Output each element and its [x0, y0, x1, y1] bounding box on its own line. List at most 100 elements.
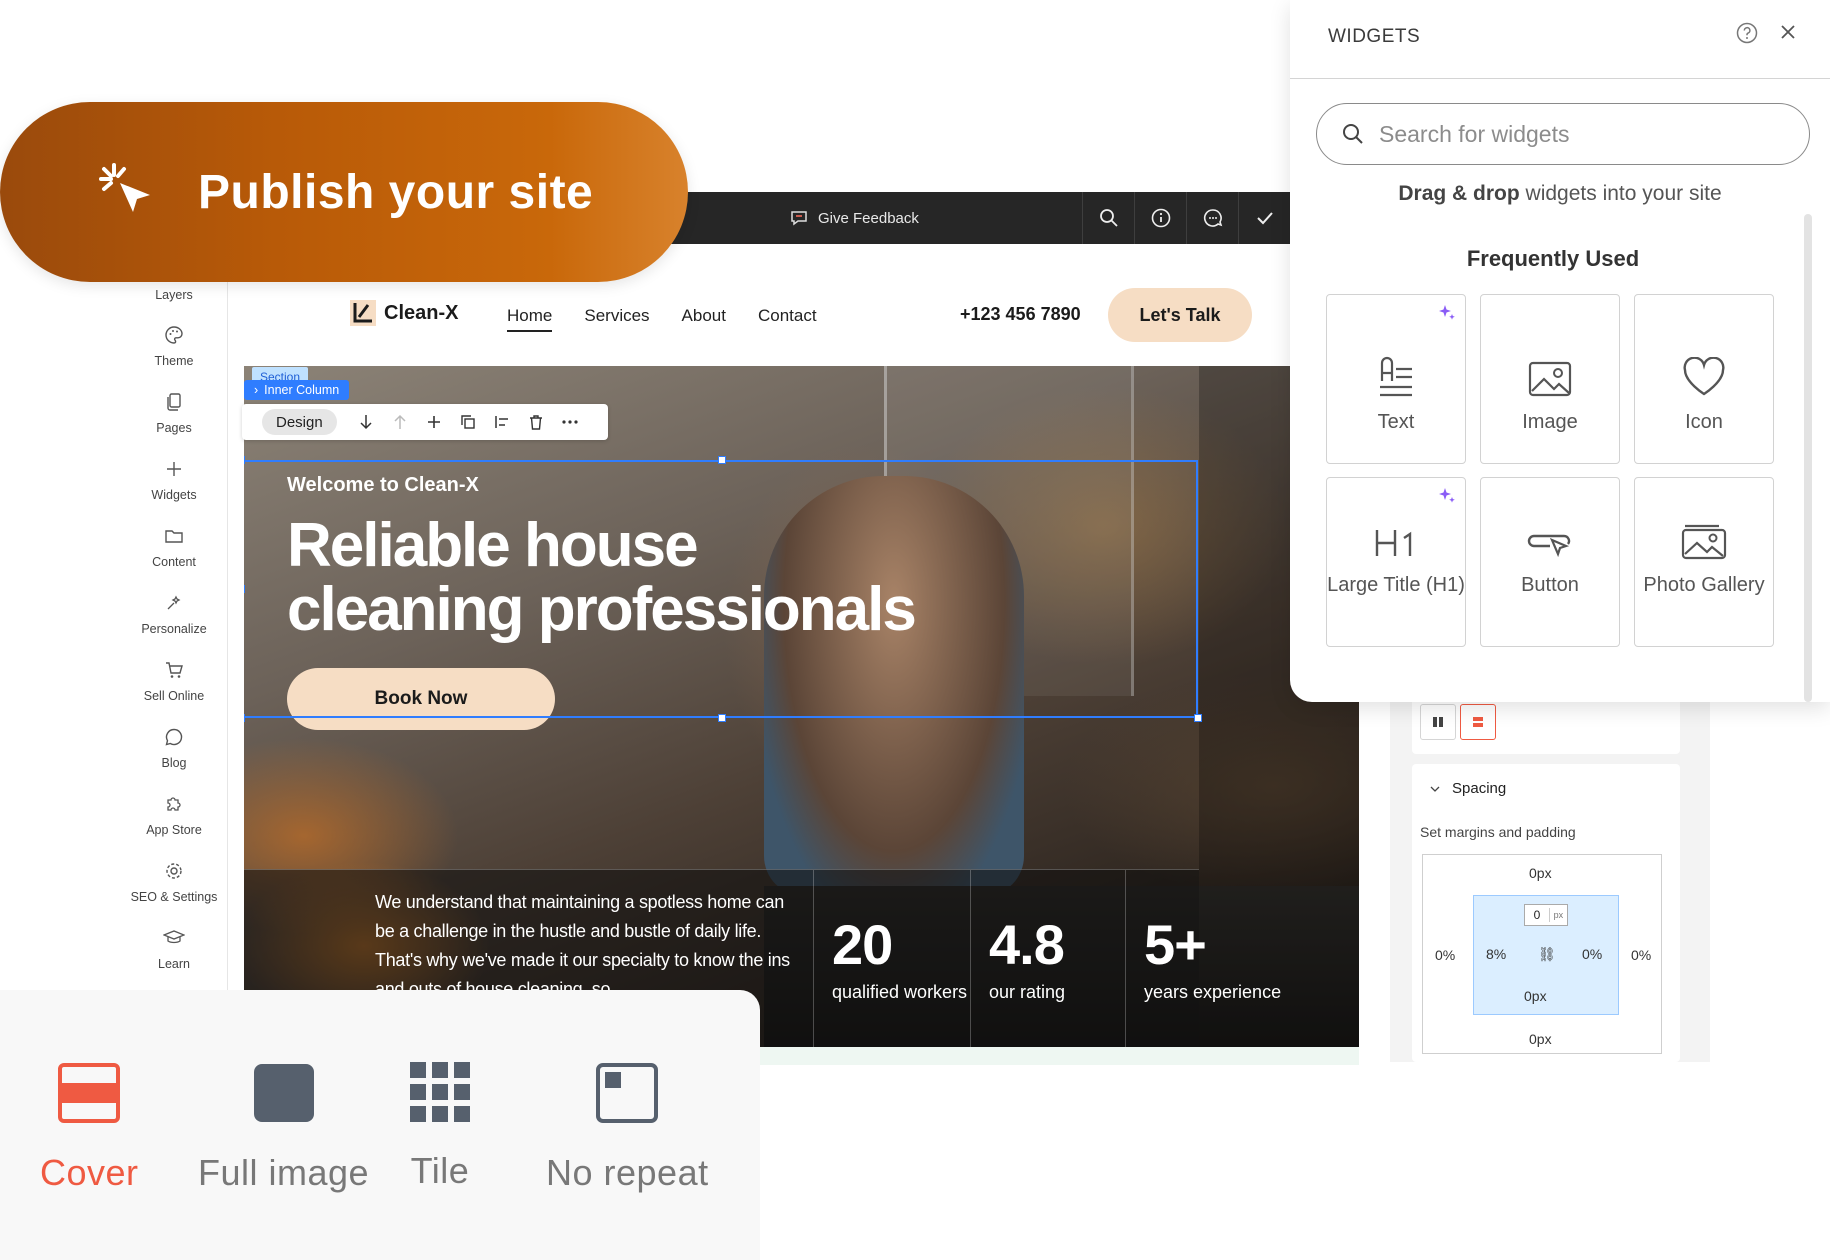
sidebar-item-label: Pages	[156, 421, 192, 435]
resize-handle[interactable]	[244, 714, 245, 722]
frequently-used-title: Frequently Used	[1466, 246, 1640, 271]
drag-hint: Drag & drop widgets into your site	[1290, 182, 1830, 206]
click-cursor-icon	[99, 163, 150, 212]
nav-link-about[interactable]: About	[682, 306, 726, 332]
stat-rating[interactable]: 4.8 our rating	[970, 870, 1125, 1048]
personalize-icon	[165, 592, 183, 614]
widget-large-title[interactable]: Large Title (H1)	[1326, 477, 1466, 647]
bg-option-cover[interactable]: Cover	[40, 1062, 139, 1194]
site-logo[interactable]: Clean-X	[350, 300, 458, 326]
sidebar-item-widgets[interactable]: Widgets	[120, 458, 228, 502]
sidebar-item-personalize[interactable]: Personalize	[120, 592, 228, 636]
search-icon	[1099, 209, 1118, 227]
align-button[interactable]	[485, 404, 519, 440]
sidebar-item-label: App Store	[146, 823, 202, 837]
sidebar-item-pages[interactable]: Pages	[120, 391, 228, 435]
lets-talk-button[interactable]: Let's Talk	[1108, 288, 1252, 342]
publish-title: Publish your site	[198, 165, 594, 219]
hero-section[interactable]: Welcome to Clean-X Reliable house cleani…	[244, 366, 1359, 1065]
scrollbar[interactable]	[1804, 214, 1812, 702]
bg-option-tile[interactable]: Tile	[410, 1062, 470, 1192]
move-down-button[interactable]	[349, 404, 383, 440]
padding-right-value[interactable]: 0%	[1582, 946, 1602, 962]
done-button[interactable]	[1238, 192, 1290, 244]
widget-search[interactable]	[1316, 103, 1810, 165]
nav-link-services[interactable]: Services	[584, 306, 649, 332]
link-values-icon[interactable]: ⛓	[1538, 946, 1556, 963]
widget-photo-gallery[interactable]: Photo Gallery	[1634, 477, 1774, 647]
search-input[interactable]	[1379, 120, 1739, 148]
padding-left-value[interactable]: 8%	[1486, 946, 1506, 962]
margin-bottom-value[interactable]: 0px	[1529, 1031, 1552, 1047]
graduation-cap-icon	[163, 927, 185, 949]
info-button[interactable]	[1134, 192, 1186, 244]
inner-column-label: Inner Column	[264, 383, 340, 397]
stat-experience[interactable]: 5+ years experience	[1125, 870, 1315, 1048]
duplicate-button[interactable]	[451, 404, 485, 440]
drag-hint-rest: widgets into your site	[1519, 182, 1722, 205]
image-icon	[1528, 295, 1572, 405]
arrow-down-icon	[360, 415, 372, 430]
sidebar-item-learn[interactable]: Learn	[120, 927, 228, 971]
give-feedback-label: Give Feedback	[818, 209, 919, 227]
resize-handle[interactable]	[244, 456, 245, 464]
spacing-toggle[interactable]: Spacing	[1430, 780, 1506, 797]
layout-rows-button[interactable]	[1460, 704, 1496, 740]
sidebar-item-blog[interactable]: Blog	[120, 726, 228, 770]
help-button[interactable]	[1736, 22, 1758, 49]
margin-right-value[interactable]: 0%	[1631, 947, 1651, 963]
close-button[interactable]	[1780, 24, 1796, 45]
sidebar-item-sell-online[interactable]: Sell Online	[120, 659, 228, 703]
sidebar-item-content[interactable]: Content	[120, 525, 228, 569]
rows-icon	[1473, 717, 1483, 727]
stat-workers[interactable]: 20 qualified workers	[813, 870, 970, 1048]
phone-number[interactable]: +123 456 7890	[960, 304, 1081, 325]
layout-columns-button[interactable]	[1420, 704, 1456, 740]
padding-top-input[interactable]: 0 px	[1524, 904, 1568, 926]
widgets-panel: WIDGETS Drag & drop widgets into your si…	[1290, 0, 1830, 702]
gear-icon	[164, 860, 184, 882]
button-icon	[1526, 478, 1574, 568]
about-paragraph[interactable]: We understand that maintaining a spotles…	[375, 888, 795, 1004]
widget-button[interactable]: Button	[1480, 477, 1620, 647]
publish-banner[interactable]: Publish your site	[0, 102, 688, 282]
spacing-title: Spacing	[1452, 780, 1507, 797]
sidebar-item-app-store[interactable]: App Store	[120, 793, 228, 837]
move-up-button[interactable]	[383, 404, 417, 440]
give-feedback-button[interactable]: Give Feedback	[790, 192, 919, 244]
resize-handle[interactable]	[244, 585, 245, 593]
widget-image[interactable]: Image	[1480, 294, 1620, 464]
widget-icon[interactable]: Icon	[1634, 294, 1774, 464]
bg-option-full-image[interactable]: Full image	[198, 1062, 369, 1194]
chat-icon	[164, 726, 184, 748]
sidebar-item-label: SEO & Settings	[130, 890, 218, 904]
editor-stage: Give Feedback Layers Theme Pages Widgets…	[0, 0, 1830, 1260]
margin-box: 0px 0% 0% 0px 0 px 8% ⛓ 0% 0px	[1422, 854, 1662, 1054]
resize-handle[interactable]	[718, 714, 726, 722]
margin-top-value[interactable]: 0px	[1529, 865, 1552, 881]
zoom-button[interactable]	[1082, 192, 1134, 244]
design-button[interactable]: Design	[262, 409, 337, 435]
add-element-button[interactable]	[417, 404, 451, 440]
more-button[interactable]	[553, 404, 587, 440]
resize-handle[interactable]	[718, 456, 726, 464]
nav-link-contact[interactable]: Contact	[758, 306, 817, 332]
comments-button[interactable]	[1186, 192, 1238, 244]
padding-bottom-value[interactable]: 0px	[1524, 988, 1547, 1004]
margin-left-value[interactable]: 0%	[1435, 947, 1455, 963]
inner-column-selection[interactable]	[244, 460, 1198, 718]
sidebar-item-seo-settings[interactable]: SEO & Settings	[120, 860, 228, 904]
nav-link-home[interactable]: Home	[507, 306, 553, 332]
sidebar-item-theme[interactable]: Theme	[120, 324, 228, 368]
bg-option-no-repeat[interactable]: No repeat	[546, 1062, 709, 1194]
inner-column-chip[interactable]: › Inner Column	[244, 380, 350, 400]
resize-handle[interactable]	[1194, 714, 1202, 722]
bg-option-label: Cover	[40, 1152, 139, 1193]
sidebar-item-layers[interactable]: Layers	[120, 288, 228, 302]
delete-button[interactable]	[519, 404, 553, 440]
editor-canvas: Clean-X Home Services About Contact +123…	[244, 258, 1359, 1065]
sidebar-item-label: Learn	[158, 957, 190, 971]
divider	[1290, 78, 1830, 79]
trash-icon	[529, 414, 542, 430]
widget-text[interactable]: Text	[1326, 294, 1466, 464]
